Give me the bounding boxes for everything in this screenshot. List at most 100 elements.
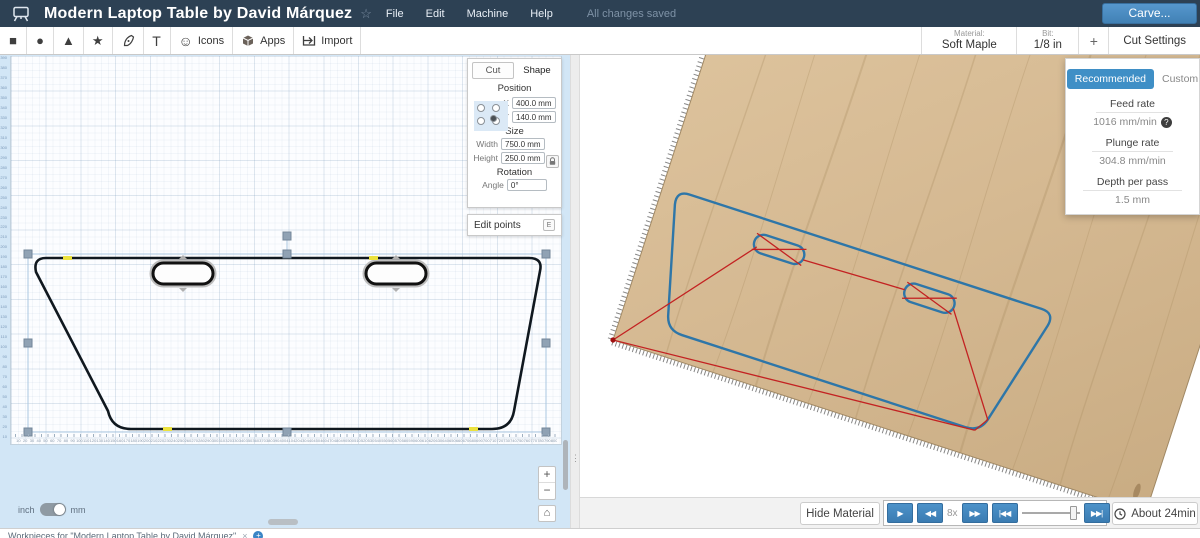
unit-toggle-group: inch mm bbox=[18, 503, 86, 516]
slower-button[interactable]: ◀◀ bbox=[917, 503, 943, 523]
anchor-top-right[interactable] bbox=[492, 104, 500, 112]
tab-shape[interactable]: Shape bbox=[517, 62, 557, 79]
horizontal-scrollbar-thumb[interactable] bbox=[268, 519, 298, 525]
star-tool-button[interactable]: ★ bbox=[84, 27, 113, 54]
plunge-rate-label: Plunge rate bbox=[1092, 137, 1174, 152]
position-label: Position bbox=[468, 83, 561, 94]
mm-label: mm bbox=[71, 505, 86, 515]
anchor-selector[interactable] bbox=[474, 101, 508, 131]
vertical-ruler: 3903803703603503403303203103002902802702… bbox=[0, 56, 8, 445]
feed-rate-label: Feed rate bbox=[1096, 98, 1169, 113]
fast-forward-icon: ▶▶ bbox=[969, 509, 979, 518]
shortcut-badge: E bbox=[543, 219, 555, 231]
angle-input[interactable]: 0° bbox=[507, 179, 547, 191]
height-label: Height bbox=[473, 153, 498, 163]
smiley-icon: ☺ bbox=[179, 34, 193, 48]
apps-tool-button[interactable]: Apps bbox=[233, 27, 294, 54]
x-input[interactable]: 400.0 mm bbox=[512, 97, 556, 109]
vertical-scrollbar-thumb[interactable] bbox=[563, 440, 568, 490]
aspect-lock-icon[interactable] bbox=[546, 155, 559, 168]
horizontal-ruler: 1020304050607080901001101201301401501601… bbox=[15, 437, 557, 444]
bit-selector[interactable]: Bit: 1/8 in bbox=[1016, 27, 1078, 54]
rectangle-tool-button[interactable]: ■ bbox=[0, 27, 27, 54]
text-icon: T bbox=[152, 34, 161, 48]
edit-points-button[interactable]: Edit points E bbox=[467, 214, 562, 236]
home-view-button[interactable]: ⌂ bbox=[538, 505, 556, 522]
time-label: About 24min bbox=[1131, 508, 1196, 520]
anchor-center-selected[interactable] bbox=[490, 115, 497, 122]
add-workpiece-button[interactable]: + bbox=[253, 531, 263, 538]
width-label: Width bbox=[476, 139, 498, 149]
slot-path[interactable] bbox=[153, 263, 213, 284]
icons-tool-button[interactable]: ☺ Icons bbox=[171, 27, 234, 54]
speed-label: 8x bbox=[947, 508, 958, 519]
tabletop-outline-path[interactable] bbox=[35, 258, 540, 429]
cut-settings-popover: Recommended Custom Feed rate 1016 mm/min… bbox=[1065, 58, 1200, 215]
width-input[interactable]: 750.0 mm bbox=[501, 138, 545, 150]
workpieces-bar: Workpieces for "Modern Laptop Table by D… bbox=[0, 528, 1200, 538]
menu-file[interactable]: File bbox=[386, 8, 404, 20]
easel-app: Modern Laptop Table by David Márquez ☆ F… bbox=[0, 0, 1200, 538]
slot-path[interactable] bbox=[366, 263, 426, 284]
playback-controls: ▶ ◀◀ 8x ▶▶ |◀◀ ▶▶| bbox=[883, 500, 1107, 526]
slider-handle[interactable] bbox=[1070, 506, 1077, 520]
estimated-time-button[interactable]: About 24min bbox=[1112, 502, 1198, 525]
unit-toggle[interactable] bbox=[40, 503, 66, 516]
clock-icon bbox=[1114, 508, 1126, 520]
add-bit-button[interactable]: + bbox=[1078, 27, 1108, 54]
close-icon[interactable]: × bbox=[242, 531, 247, 538]
angle-label: Angle bbox=[482, 180, 504, 190]
play-button[interactable]: ▶ bbox=[887, 503, 913, 523]
favorite-star-icon[interactable]: ☆ bbox=[360, 6, 372, 22]
help-icon[interactable]: ? bbox=[1161, 117, 1172, 128]
menu-edit[interactable]: Edit bbox=[426, 8, 445, 20]
carve-button[interactable]: Carve... bbox=[1102, 3, 1197, 24]
import-tool-button[interactable]: Import bbox=[294, 27, 361, 54]
preview-3d-panel[interactable]: Recommended Custom Feed rate 1016 mm/min… bbox=[580, 55, 1200, 497]
design-canvas-panel[interactable]: 3903803703603503403303203103002902802702… bbox=[0, 55, 570, 528]
inch-label: inch bbox=[18, 505, 35, 515]
triangle-tool-button[interactable]: ▲ bbox=[54, 27, 84, 54]
divider-grip-icon[interactable]: ⋮ bbox=[571, 453, 579, 464]
selection-handles[interactable] bbox=[24, 232, 550, 436]
package-icon bbox=[241, 34, 255, 47]
recommended-button[interactable]: Recommended bbox=[1067, 69, 1154, 89]
panel-divider[interactable]: ⋮ bbox=[570, 55, 580, 528]
project-title[interactable]: Modern Laptop Table by David Márquez bbox=[44, 5, 352, 23]
material-selector[interactable]: Material: Soft Maple bbox=[921, 27, 1016, 54]
simulation-slider[interactable] bbox=[1022, 505, 1080, 521]
circle-tool-button[interactable]: ● bbox=[27, 27, 54, 54]
menu-machine[interactable]: Machine bbox=[467, 8, 509, 20]
play-icon: ▶ bbox=[897, 509, 902, 518]
anchor-bottom-left[interactable] bbox=[477, 117, 485, 125]
rotation-handle bbox=[283, 232, 291, 240]
tab-cut[interactable]: Cut bbox=[472, 62, 514, 79]
skip-to-end-button[interactable]: ▶▶| bbox=[1084, 503, 1110, 523]
workpieces-tab[interactable]: Workpieces for "Modern Laptop Table by D… bbox=[8, 531, 236, 538]
circle-icon: ● bbox=[36, 34, 44, 47]
feed-rate-value: 1016 mm/min? bbox=[1066, 116, 1199, 128]
height-input[interactable]: 250.0 mm bbox=[501, 152, 545, 164]
y-input[interactable]: 140.0 mm bbox=[512, 111, 556, 123]
toggle-knob bbox=[54, 504, 65, 515]
skip-to-start-button[interactable]: |◀◀ bbox=[992, 503, 1018, 523]
rewind-icon: ◀◀ bbox=[925, 509, 935, 518]
custom-button[interactable]: Custom bbox=[1162, 73, 1198, 85]
easel-logo-icon bbox=[10, 6, 32, 22]
square-icon: ■ bbox=[9, 34, 17, 47]
text-tool-button[interactable]: T bbox=[144, 27, 171, 54]
depth-per-pass-value: 1.5 mm bbox=[1066, 194, 1199, 206]
zoom-in-button[interactable]: + bbox=[539, 467, 555, 483]
skip-end-icon: ▶▶| bbox=[1091, 509, 1102, 518]
hide-material-button[interactable]: Hide Material bbox=[800, 502, 880, 525]
pen-tool-button[interactable] bbox=[113, 27, 144, 54]
shape-properties-panel: Cut Shape Position X 400.0 mm Y 140.0 mm… bbox=[467, 58, 562, 208]
depth-per-pass-label: Depth per pass bbox=[1083, 176, 1182, 191]
cut-settings-button[interactable]: Cut Settings bbox=[1108, 27, 1200, 54]
anchor-top-left[interactable] bbox=[477, 104, 485, 112]
menu-help[interactable]: Help bbox=[530, 8, 553, 20]
faster-button[interactable]: ▶▶ bbox=[962, 503, 988, 523]
star-icon: ★ bbox=[92, 34, 104, 47]
triangle-icon: ▲ bbox=[62, 34, 75, 47]
zoom-out-button[interactable]: − bbox=[539, 483, 555, 499]
